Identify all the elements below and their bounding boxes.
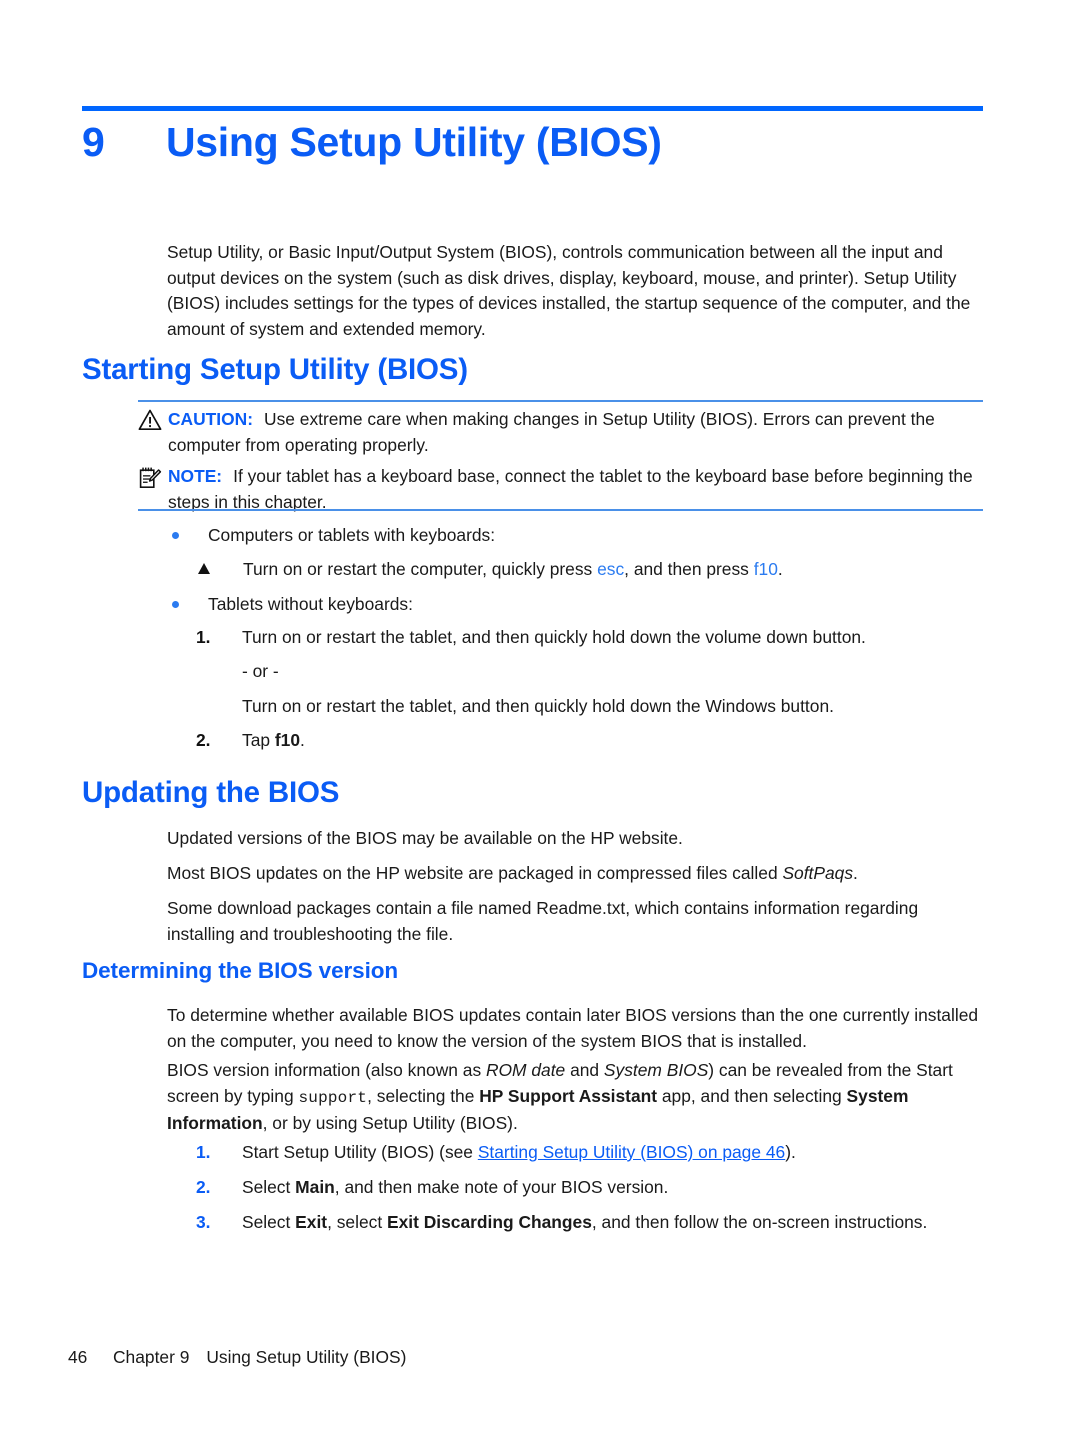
list-item: Computers or tablets with keyboards: xyxy=(167,523,983,549)
note-block: NOTE: If your tablet has a keyboard base,… xyxy=(138,464,983,515)
list-item-label: Tap f10. xyxy=(242,728,983,754)
list-item: 2. Tap f10. xyxy=(196,728,983,754)
page-title: 9 Using Setup Utility (BIOS) xyxy=(82,119,983,166)
step-prefix: Select xyxy=(242,1212,296,1232)
list-item: 1. Start Setup Utility (BIOS) (see Start… xyxy=(196,1140,983,1166)
step-prefix: Start Setup Utility (BIOS) (see xyxy=(242,1142,478,1162)
bullet-marker-icon xyxy=(172,601,179,608)
key-f10: f10 xyxy=(753,559,778,579)
step-suffix: ). xyxy=(785,1142,796,1162)
note-bottom-rule xyxy=(138,509,983,511)
paragraph-suffix: . xyxy=(853,863,858,883)
step-prefix: Select xyxy=(242,1177,296,1197)
chapter-number: 9 xyxy=(82,119,105,165)
updating-paragraph-3: Some download packages contain a file na… xyxy=(167,898,919,944)
step-prefix: Turn on or restart the computer, quickly… xyxy=(243,559,598,579)
footer-chapter-label: Chapter 9 xyxy=(113,1347,190,1367)
paragraph-part: , or by using Setup Utility (BIOS). xyxy=(262,1113,518,1134)
list-number: 1. xyxy=(196,1142,211,1162)
footer-page-number: 46 xyxy=(68,1347,88,1367)
heading-starting-setup-utility: Starting Setup Utility (BIOS) xyxy=(82,353,468,386)
step-middle: , and then press xyxy=(624,559,754,579)
list-item-label: Start Setup Utility (BIOS) (see Starting… xyxy=(242,1140,983,1166)
step-prefix: Tap xyxy=(242,730,275,750)
menu-main: Main xyxy=(295,1177,335,1197)
list-item: Tablets without keyboards: xyxy=(167,592,983,618)
list-number: 3. xyxy=(196,1212,211,1232)
list-item-label: Turn on or restart the computer, quickly… xyxy=(243,557,983,583)
key-f10: f10 xyxy=(274,730,301,750)
paragraph-part: BIOS version information (also known as xyxy=(167,1060,486,1080)
list-number: 2. xyxy=(196,730,211,750)
step-suffix: . xyxy=(777,559,783,579)
list-item-label: Turn on or restart the tablet, and then … xyxy=(242,627,866,647)
chapter-title-text: Using Setup Utility (BIOS) xyxy=(166,119,662,165)
footer-chapter-title: Using Setup Utility (BIOS) xyxy=(206,1347,407,1367)
determining-paragraph-1: To determine whether available BIOS upda… xyxy=(167,1005,979,1051)
term-system-bios: System BIOS xyxy=(603,1060,709,1080)
document-page: 9 Using Setup Utility (BIOS) Setup Utilit… xyxy=(0,0,1080,1438)
caution-block: CAUTION: Use extreme care when making cha… xyxy=(138,407,983,458)
list-item-label: Select Main, and then make note of your … xyxy=(242,1175,983,1201)
heading-updating-the-bios: Updating the BIOS xyxy=(82,776,340,809)
caution-top-rule xyxy=(138,400,983,402)
step-suffix: , and then follow the on-screen instruct… xyxy=(591,1212,928,1232)
chapter-title-rule xyxy=(82,106,983,111)
term-softpaqs: SoftPaqs xyxy=(782,863,854,883)
triangle-marker-icon xyxy=(198,563,210,574)
determining-paragraph-2: BIOS version information (also known as … xyxy=(167,1058,983,1137)
menu-exit-discarding-changes: Exit Discarding Changes xyxy=(387,1212,592,1232)
updating-paragraph-2: Most BIOS updates on the HP website are … xyxy=(167,861,983,887)
step-suffix: , and then make note of your BIOS versio… xyxy=(334,1177,669,1197)
note-label: NOTE: xyxy=(168,466,223,486)
term-rom-date: ROM date xyxy=(485,1060,566,1080)
page-footer: 46 Chapter 9 Using Setup Utility (BIOS) xyxy=(68,1347,406,1368)
list-item-label: Select Exit, select Exit Discarding Chan… xyxy=(242,1210,983,1236)
paragraph-part: , selecting the xyxy=(367,1085,480,1106)
step-middle: , select xyxy=(327,1212,388,1232)
paragraph-part: and xyxy=(565,1060,604,1080)
list-item: 2. Select Main, and then make note of yo… xyxy=(196,1175,983,1201)
alternate-step-text: Turn on or restart the tablet, and then … xyxy=(242,696,834,716)
or-separator: - or - xyxy=(242,661,279,681)
caution-text: Use extreme care when making changes in … xyxy=(168,409,935,455)
paragraph-prefix: Most BIOS updates on the HP website are … xyxy=(167,863,783,883)
heading-determining-bios-version: Determining the BIOS version xyxy=(82,958,399,983)
list-item-label: Tablets without keyboards: xyxy=(208,594,413,614)
intro-paragraph: Setup Utility, or Basic Input/Output Sys… xyxy=(167,242,971,339)
app-hp-support-assistant: HP Support Assistant xyxy=(479,1085,658,1106)
key-esc: esc xyxy=(597,559,625,579)
updating-paragraph-1: Updated versions of the BIOS may be avai… xyxy=(167,828,683,848)
step-suffix: . xyxy=(300,730,305,750)
warning-triangle-icon xyxy=(138,409,164,433)
list-item: 3. Select Exit, select Exit Discarding C… xyxy=(196,1210,983,1236)
note-text: If your tablet has a keyboard base, conn… xyxy=(168,466,973,512)
list-number: 2. xyxy=(196,1177,211,1197)
paragraph-part: app, and then selecting xyxy=(657,1085,847,1106)
cross-reference-link[interactable]: Starting Setup Utility (BIOS) on page 46 xyxy=(478,1142,785,1162)
list-item: 1. Turn on or restart the tablet, and th… xyxy=(196,625,983,651)
notepad-pencil-icon xyxy=(138,466,164,490)
list-item-label: Computers or tablets with keyboards: xyxy=(208,525,496,545)
list-item: Turn on or restart the computer, quickly… xyxy=(196,557,983,583)
list-number: 1. xyxy=(196,627,211,647)
menu-exit: Exit xyxy=(295,1212,328,1232)
typed-command-support: support xyxy=(298,1088,368,1107)
caution-label: CAUTION: xyxy=(168,409,254,429)
bullet-marker-icon xyxy=(172,532,179,539)
